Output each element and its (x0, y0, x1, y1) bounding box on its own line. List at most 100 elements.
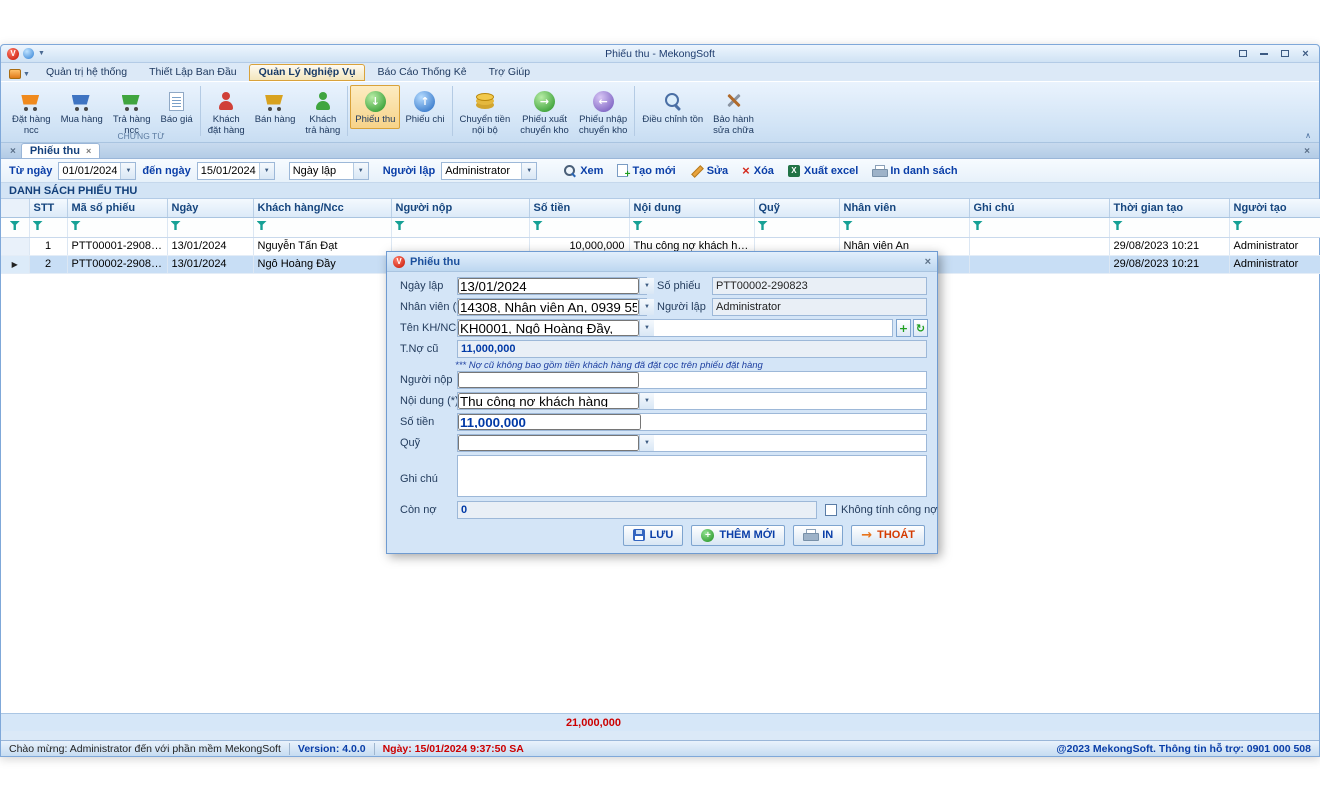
menu-tab-tro-giup[interactable]: Trợ Giúp (479, 64, 541, 81)
column-header-stt[interactable]: STT (29, 199, 67, 217)
ribbon-item-mua-hang[interactable]: Mua hàng (56, 85, 108, 129)
close-window-icon[interactable]: × (1298, 48, 1313, 60)
customer-input[interactable] (458, 320, 639, 336)
chevron-down-icon[interactable]: ▼ (639, 278, 654, 294)
ribbon-item-khach-tra-hang[interactable]: Khách trả hàng (300, 85, 345, 139)
chevron-down-icon[interactable]: ▼ (639, 435, 654, 451)
column-header-nguoi-tao[interactable]: Người tạo (1229, 199, 1320, 217)
filter-cell[interactable] (969, 217, 1109, 237)
column-header-noi-dung[interactable]: Nội dung (629, 199, 754, 217)
create-new-button[interactable]: Tạo mới (610, 162, 682, 179)
ribbon-item-chuyen-tien-noi-bo[interactable]: Chuyển tiền nội bộ (455, 85, 516, 139)
chevron-down-icon[interactable]: ▼ (259, 163, 274, 179)
ribbon-item-dieu-chinh-ton[interactable]: Điều chỉnh tồn (637, 85, 708, 129)
column-header-ghi-chu[interactable]: Ghi chú (969, 199, 1109, 217)
chevron-down-icon[interactable]: ▼ (639, 299, 654, 315)
payer-input[interactable] (458, 372, 639, 388)
menu-tab-quan-tri-he-thong[interactable]: Quản trị hệ thống (36, 64, 137, 81)
column-header-ngay[interactable]: Ngày (167, 199, 253, 217)
fund-select[interactable]: ▼ (457, 434, 927, 452)
to-date-input[interactable] (198, 163, 259, 179)
amount-field[interactable] (457, 413, 927, 431)
content-select[interactable]: ▼ (457, 392, 927, 410)
filter-cell[interactable] (253, 217, 391, 237)
date-picker[interactable]: ▼ (457, 277, 647, 295)
ribbon-collapse-icon[interactable]: ∧ (1305, 131, 1311, 140)
filter-cell[interactable] (754, 217, 839, 237)
ribbon-item-bao-hanh-sua-chua[interactable]: Bảo hành sửa chữa (708, 85, 759, 139)
filter-cell[interactable] (167, 217, 253, 237)
column-header-khach-hang[interactable]: Khách hàng/Ncc (253, 199, 391, 217)
column-header-so-tien[interactable]: Số tiền (529, 199, 629, 217)
filter-cell[interactable] (839, 217, 969, 237)
employee-select[interactable]: ▼ (457, 298, 647, 316)
chevron-down-icon[interactable]: ▼ (639, 320, 654, 336)
customer-select[interactable]: ▼ (457, 319, 893, 337)
payer-field[interactable] (457, 371, 927, 389)
filter-cell[interactable] (29, 217, 67, 237)
employee-input[interactable] (458, 299, 639, 315)
ribbon-item-phieu-chi[interactable]: ↑ Phiếu chi (400, 85, 449, 129)
creator-select[interactable]: ▼ (441, 162, 537, 180)
column-header-quy[interactable]: Quỹ (754, 199, 839, 217)
column-header-nguoi-nop[interactable]: Người nộp (391, 199, 529, 217)
export-excel-button[interactable]: Xuất excel (781, 163, 865, 179)
view-button[interactable]: Xem (557, 163, 610, 179)
restore-icon[interactable] (1235, 48, 1250, 60)
ribbon-item-ban-hang[interactable]: Bán hàng (250, 85, 301, 129)
date-type-input[interactable] (290, 163, 353, 179)
save-button[interactable]: LƯU (623, 525, 684, 546)
creator-input[interactable] (442, 163, 521, 179)
exit-button[interactable]: THOÁT (851, 525, 925, 546)
filter-cell[interactable] (629, 217, 754, 237)
delete-button[interactable]: × Xóa (735, 163, 781, 179)
print-button[interactable]: IN (793, 525, 843, 546)
filter-cell[interactable] (67, 217, 167, 237)
ribbon-item-phieu-xuat-chuyen-kho[interactable]: → Phiếu xuất chuyển kho (515, 85, 574, 139)
customer-label: Tên KH/NCC (400, 319, 464, 337)
note-textarea[interactable] (457, 455, 927, 497)
chevron-down-icon[interactable]: ▼ (353, 163, 368, 179)
column-header-thoi-gian-tao[interactable]: Thời gian tạo (1109, 199, 1229, 217)
filter-cell[interactable] (391, 217, 529, 237)
menu-tab-thiet-lap-ban-dau[interactable]: Thiết Lập Ban Đầu (139, 64, 247, 81)
date-input[interactable] (458, 278, 639, 294)
tab-phieu-thu[interactable]: Phiếu thu × (21, 143, 100, 158)
ribbon-item-khach-dat-hang[interactable]: Khách đặt hàng (203, 85, 250, 139)
skin-selector[interactable]: ▼ (5, 68, 34, 80)
refresh-customer-button[interactable]: ↻ (913, 319, 928, 337)
to-date-picker[interactable]: ▼ (197, 162, 275, 180)
column-header-ma-so-phieu[interactable]: Mã số phiếu (67, 199, 167, 217)
filter-cell[interactable] (1229, 217, 1320, 237)
content-input[interactable] (458, 393, 639, 409)
maximize-icon[interactable] (1277, 48, 1292, 60)
ribbon-item-bao-gia[interactable]: Báo giá (156, 85, 198, 129)
chevron-down-icon[interactable]: ▼ (120, 163, 135, 179)
from-date-picker[interactable]: ▼ (58, 162, 136, 180)
app-window: ▼ Phiếu thu - MekongSoft × ▼ Quản trị hệ… (0, 44, 1320, 757)
print-list-button[interactable]: In danh sách (865, 163, 964, 179)
add-new-button[interactable]: THÊM MỚI (691, 525, 785, 546)
chevron-down-icon[interactable]: ▼ (521, 163, 536, 179)
edit-button[interactable]: Sửa (683, 163, 735, 179)
menu-tab-bao-cao-thong-ke[interactable]: Báo Cáo Thống Kê (367, 64, 476, 81)
close-all-tabs-icon[interactable]: × (5, 146, 21, 158)
close-tab-icon[interactable]: × (86, 146, 91, 156)
no-debt-checkbox[interactable] (825, 504, 837, 516)
filter-cell[interactable] (1109, 217, 1229, 237)
from-date-input[interactable] (59, 163, 120, 179)
menu-tab-quan-ly-nghiep-vu[interactable]: Quản Lý Nghiệp Vụ (249, 64, 366, 81)
chevron-down-icon[interactable]: ▼ (639, 393, 654, 409)
close-document-icon[interactable]: × (1299, 146, 1315, 158)
fund-input[interactable] (458, 435, 639, 451)
minimize-icon[interactable] (1256, 48, 1271, 60)
filter-cell[interactable] (529, 217, 629, 237)
ribbon-item-dat-hang-ncc[interactable]: Đặt hàng ncc (7, 85, 56, 139)
close-dialog-icon[interactable]: × (925, 256, 931, 268)
date-type-select[interactable]: ▼ (289, 162, 369, 180)
ribbon-item-phieu-nhap-chuyen-kho[interactable]: ← Phiếu nhập chuyển kho (574, 85, 633, 139)
column-header-nhan-vien[interactable]: Nhân viên (839, 199, 969, 217)
ribbon-item-phieu-thu[interactable]: ↓ Phiếu thu (350, 85, 400, 129)
add-customer-button[interactable]: + (896, 319, 911, 337)
amount-input[interactable] (458, 414, 641, 430)
